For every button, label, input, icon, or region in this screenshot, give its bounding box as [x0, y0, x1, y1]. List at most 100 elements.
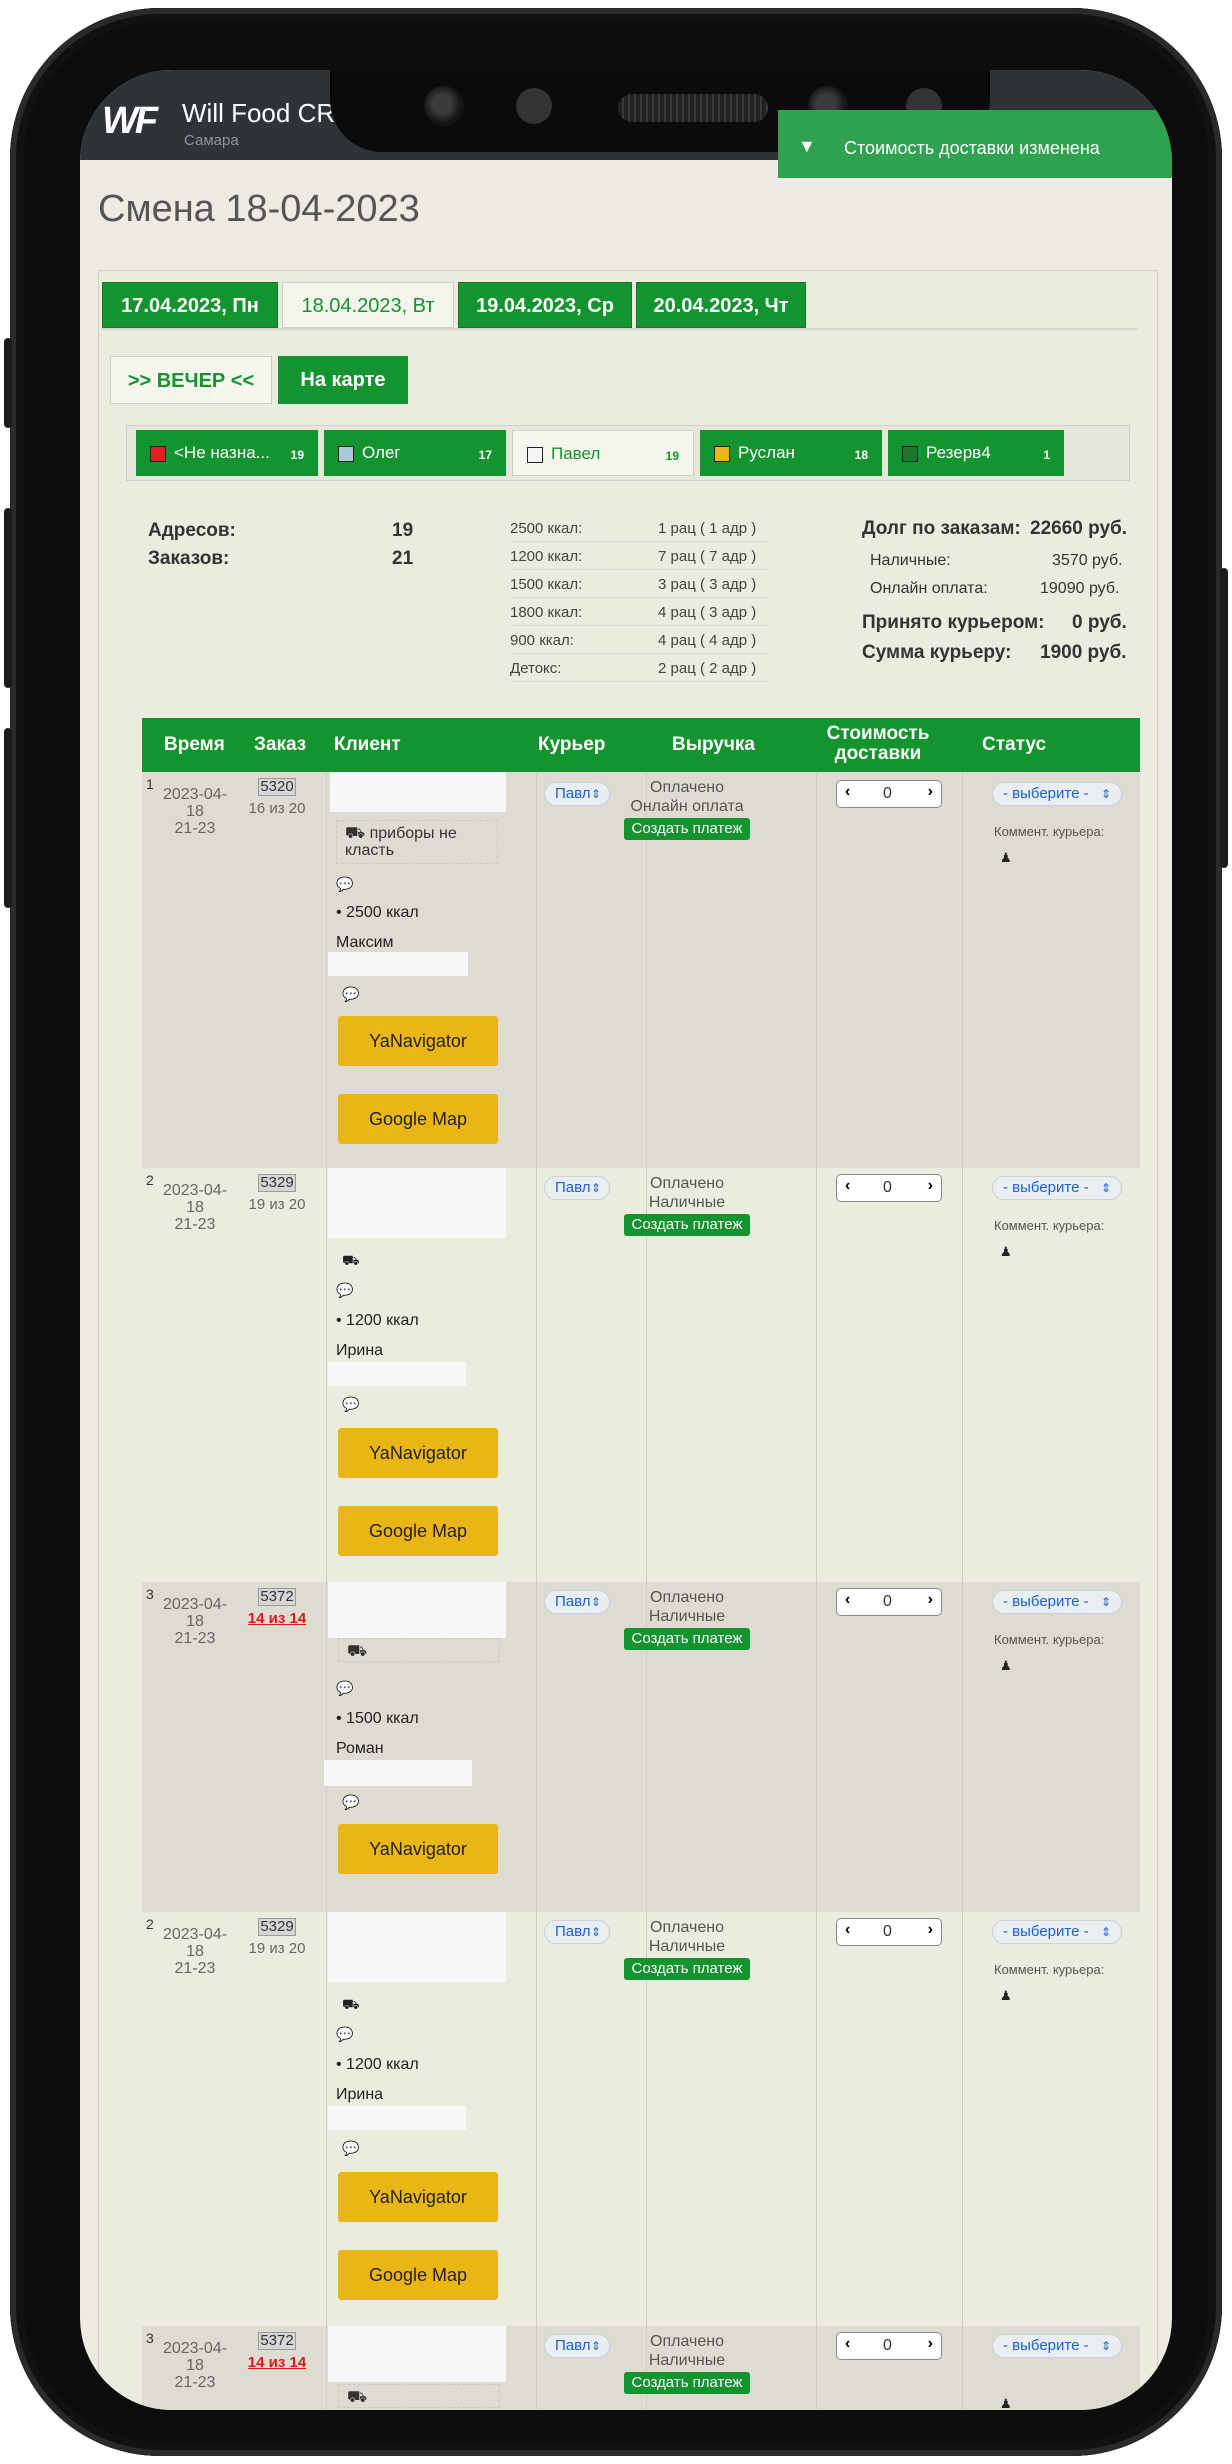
- addresses-value: 19: [392, 520, 414, 541]
- debt-label: Долг по заказам:: [862, 518, 1021, 539]
- delivery-cost-stepper[interactable]: ‹ 0 ›: [836, 780, 942, 808]
- comment-icon[interactable]: 💬: [336, 876, 353, 893]
- column-revenue: Выручка: [672, 734, 755, 755]
- app-logo[interactable]: WF: [102, 100, 158, 143]
- chevron-updown-icon: ⇕: [1100, 1181, 1111, 1195]
- volume-down-button: [4, 728, 12, 908]
- courier-select[interactable]: Павл ⇕: [544, 1920, 610, 1944]
- person-icon[interactable]: ♟: [1000, 2396, 1012, 2410]
- order-count[interactable]: 14 из 14: [242, 1610, 312, 1627]
- google-map-button[interactable]: Google Map: [338, 2250, 498, 2300]
- yanavigator-button[interactable]: YaNavigator: [338, 1016, 498, 1066]
- tab-date[interactable]: 19.04.2023, Ср: [458, 282, 632, 328]
- courier-select[interactable]: Павл ⇕: [544, 782, 610, 806]
- kcal-label: 1200 ккал:: [510, 548, 583, 565]
- payment-status: Оплачено Наличные: [648, 1175, 726, 1211]
- tab-courier[interactable]: Олег 17: [324, 430, 506, 476]
- orders-label: Заказов:: [148, 548, 230, 569]
- chevron-updown-icon: ⇕: [590, 1925, 601, 1939]
- delivery-cost-stepper[interactable]: ‹ 0 ›: [836, 2332, 942, 2360]
- yanavigator-button[interactable]: YaNavigator: [338, 1428, 498, 1478]
- yanavigator-button[interactable]: YaNavigator: [338, 1824, 498, 1874]
- create-payment-button[interactable]: Создать платеж: [624, 1628, 750, 1650]
- order-id-link[interactable]: 5372: [258, 2332, 296, 2350]
- comment-icon[interactable]: 💬: [342, 1794, 359, 1811]
- payment-status: Оплачено Наличные: [648, 2333, 726, 2369]
- person-icon[interactable]: ♟: [1000, 1988, 1012, 2004]
- kcal-value: 2 рац ( 2 адр ): [658, 660, 757, 677]
- order-count[interactable]: 14 из 14: [242, 2354, 312, 2371]
- table-row: 2 2023-04- 18 21-23 5329 19 из 20 ⛟ 💬 • 12…: [142, 1168, 1140, 1582]
- delivery-cost-stepper[interactable]: ‹ 0 ›: [836, 1174, 942, 1202]
- yanavigator-button[interactable]: YaNavigator: [338, 2172, 498, 2222]
- google-map-button[interactable]: Google Map: [338, 1094, 498, 1144]
- increment-icon: ›: [927, 1921, 933, 1938]
- status-select[interactable]: - выберите - ⇕: [992, 1590, 1122, 1614]
- comment-icon[interactable]: 💬: [336, 1680, 353, 1697]
- tab-courier[interactable]: Руслан 18: [700, 430, 882, 476]
- tab-courier[interactable]: Резерв4 1: [888, 430, 1064, 476]
- order-count: 19 из 20: [248, 1940, 306, 1957]
- courier-comment-label: Коммент. курьера:: [994, 1962, 1105, 1977]
- google-map-button[interactable]: Google Map: [338, 1506, 498, 1556]
- person-icon[interactable]: ♟: [1000, 1658, 1012, 1674]
- chevron-updown-icon: ⇕: [1100, 2339, 1111, 2353]
- courier-name: Олег: [362, 443, 401, 462]
- courier-select[interactable]: Павл ⇕: [544, 1590, 610, 1614]
- toast-notification[interactable]: ▼ Стоимость доставки изменена: [778, 110, 1172, 178]
- tab-courier-active[interactable]: Павел 19: [512, 430, 694, 476]
- orders-value: 21: [392, 548, 414, 569]
- create-payment-button[interactable]: Создать платеж: [624, 1214, 750, 1236]
- person-icon[interactable]: ♟: [1000, 1244, 1012, 1260]
- map-button[interactable]: На карте: [278, 356, 408, 404]
- status-select[interactable]: - выберите - ⇕: [992, 1920, 1122, 1944]
- tab-date-active[interactable]: 18.04.2023, Вт: [282, 282, 454, 328]
- status-select[interactable]: - выберите - ⇕: [992, 782, 1122, 806]
- courier-color-swatch: [150, 446, 166, 462]
- order-id-link[interactable]: 5320: [258, 778, 296, 796]
- speaker-grille: [618, 94, 768, 122]
- order-id-link[interactable]: 5329: [258, 1174, 296, 1192]
- status-select[interactable]: - выберите - ⇕: [992, 2334, 1122, 2358]
- table-row: 1 2023-04- 18 21-23 5320 16 из 20 ⛟ прибор…: [142, 772, 1140, 1168]
- order-count: 16 из 20: [248, 800, 306, 817]
- comment-icon[interactable]: 💬: [342, 2140, 359, 2157]
- truck-icon: ⛟: [342, 1252, 360, 1268]
- courier-comment-label: Коммент. курьера:: [994, 1218, 1105, 1233]
- column-delivery-cost: Стоимость доставки: [826, 723, 930, 764]
- client-name: Ирина: [336, 2086, 384, 2103]
- comment-icon[interactable]: 💬: [342, 986, 359, 1003]
- courier-color-swatch: [902, 446, 918, 462]
- column-order: Заказ: [254, 734, 307, 755]
- increment-icon: ›: [927, 1177, 933, 1194]
- order-id-link[interactable]: 5372: [258, 1588, 296, 1606]
- power-button: [1220, 568, 1228, 868]
- kcal-value: 3 рац ( 3 адр ): [658, 576, 757, 593]
- tab-courier[interactable]: <Не назна... 19: [136, 430, 318, 476]
- comment-icon[interactable]: 💬: [336, 2026, 353, 2043]
- tab-date[interactable]: 17.04.2023, Пн: [102, 282, 278, 328]
- create-payment-button[interactable]: Создать платеж: [624, 2372, 750, 2394]
- courier-count: 19: [665, 449, 679, 463]
- create-payment-button[interactable]: Создать платеж: [624, 1958, 750, 1980]
- decrement-icon: ‹: [845, 1921, 851, 1938]
- courier-name: Павел: [551, 444, 601, 463]
- person-icon[interactable]: ♟: [1000, 850, 1012, 866]
- tab-date[interactable]: 20.04.2023, Чт: [636, 282, 806, 328]
- order-id-link[interactable]: 5329: [258, 1918, 296, 1936]
- courier-select[interactable]: Павл ⇕: [544, 2334, 610, 2358]
- comment-icon[interactable]: 💬: [336, 1282, 353, 1299]
- delivery-cost-stepper[interactable]: ‹ 0 ›: [836, 1918, 942, 1946]
- tab-evening[interactable]: >> ВЕЧЕР <<: [110, 356, 272, 404]
- comment-icon[interactable]: 💬: [342, 1396, 359, 1413]
- delivery-time: 2023-04- 18 21-23: [162, 1926, 228, 1977]
- cash-label: Наличные:: [870, 552, 951, 569]
- create-payment-button[interactable]: Создать платеж: [624, 818, 750, 840]
- chevron-updown-icon: ⇕: [590, 787, 601, 801]
- volume-up-button: [4, 508, 12, 688]
- status-select[interactable]: - выберите - ⇕: [992, 1176, 1122, 1200]
- client-address: [328, 1582, 506, 1638]
- courier-select[interactable]: Павл ⇕: [544, 1176, 610, 1200]
- delivery-cost-stepper[interactable]: ‹ 0 ›: [836, 1588, 942, 1616]
- courier-sum-label: Сумма курьеру:: [862, 642, 1012, 663]
